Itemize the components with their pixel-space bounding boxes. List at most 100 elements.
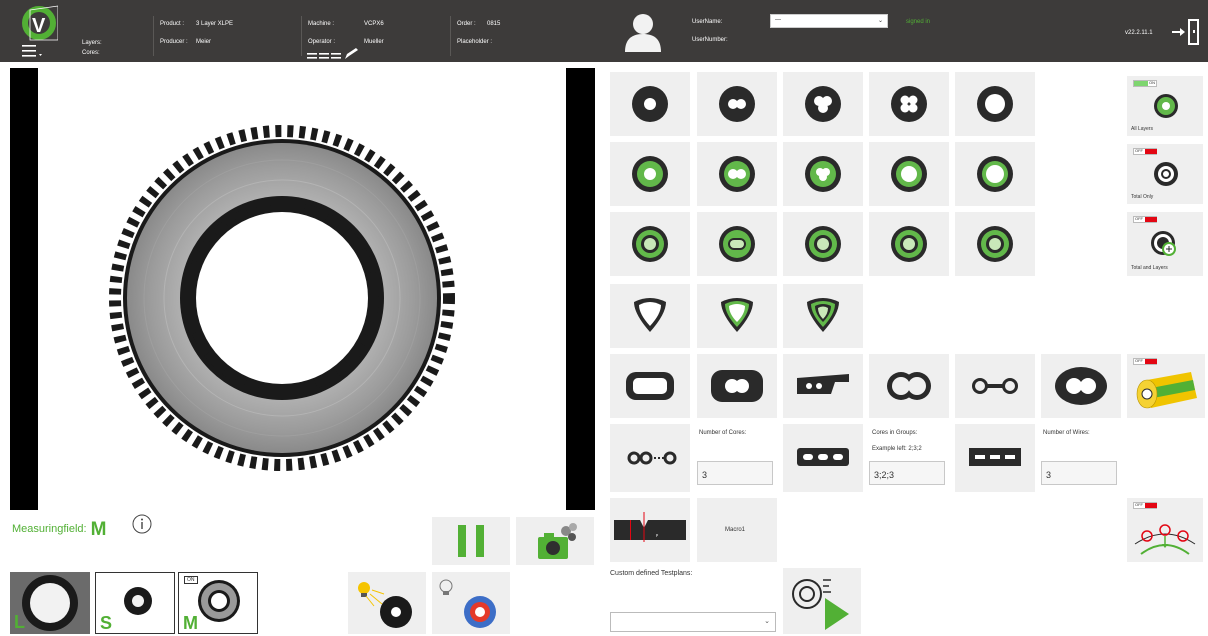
multicore-band-button[interactable] [955,424,1035,492]
shape-round-4-button[interactable] [869,72,949,136]
shape-round-2-button[interactable] [697,72,777,136]
total-layers-toggle[interactable]: OFF Total and Layers [1127,212,1203,276]
shape-multi-4-button[interactable] [869,212,949,276]
info-icon[interactable] [132,514,152,534]
cable-view-toggle[interactable]: OFF [1127,354,1205,418]
shape-round-1-button[interactable] [610,72,690,136]
logout-icon[interactable] [1172,17,1200,47]
mode-small-letter: S [100,613,113,633]
run-testplan-icon [792,579,849,630]
layered-three-core-icon [805,156,841,192]
machine-value: VCPX6 [364,21,384,27]
wires-arc-icon [1134,524,1196,555]
shape-round-5-button[interactable] [955,72,1035,136]
operator-label: Operator : [308,39,336,45]
shape-layer-3-button[interactable] [783,142,863,206]
order-label: Order : [457,21,476,27]
chevron-down-icon: ⌄ [877,18,883,24]
viewer-left-bar [10,68,38,510]
profile-dumbbell-button[interactable] [955,354,1035,418]
camera-icon [538,523,577,559]
round-core-icon [632,86,668,122]
signed-in-status: signed in [906,19,931,25]
camera-viewer[interactable] [10,68,595,510]
num-wires-input[interactable]: 3 [1041,461,1117,485]
num-wires-label: Number of Wires: [1043,430,1090,436]
cable-cross-section-image [109,125,455,471]
wires-view-toggle[interactable]: OFF [1127,498,1203,562]
multilayer-round-icon [632,226,668,262]
cores-groups-example: Example left: 2;3;2 [872,446,922,452]
top-light-icon [358,582,412,628]
total-layers-icon [1151,231,1176,256]
custom-testplans-dropdown[interactable]: ⌄ [610,612,776,632]
product-label: Product : [160,21,185,27]
multilayer-sector-core-icon [807,298,839,332]
edit-fields-icon[interactable] [307,48,363,60]
profile-twin-button[interactable] [697,354,777,418]
svg-text:V: V [32,15,46,37]
all-layers-switch: ON [1133,80,1157,87]
shape-multi-3-button[interactable] [783,212,863,276]
five-core-icon [977,86,1013,122]
pause-button[interactable] [432,517,510,565]
snapshot-button[interactable] [516,517,594,565]
four-core-icon [891,86,927,122]
profile-oval-twin-button[interactable] [1041,354,1121,418]
twin-profile-icon [711,370,763,402]
core-chain-icon [627,451,677,465]
wires-view-switch: OFF [1133,502,1157,509]
macro1-button[interactable]: Macro1 [697,498,777,562]
mode-medium-letter: M [183,613,198,633]
core-band-icon [969,448,1021,466]
shape-layer-2-button[interactable] [697,142,777,206]
core-row-icon [797,448,849,466]
total-layers-state: OFF [1135,216,1143,221]
sector-core-icon [634,298,666,332]
user-avatar-icon[interactable] [624,12,662,52]
version-label: v22.2.11.1 [1125,30,1153,36]
layered-round-core-icon [632,156,668,192]
multicore-row-button[interactable] [783,424,863,492]
total-only-toggle[interactable]: OFF Total Only [1127,144,1203,204]
top-bar: V Layers: Cores: Product : 3 Layer XLPE … [0,0,1208,62]
shape-multi-5-button[interactable] [955,212,1035,276]
shape-layer-1-button[interactable] [610,142,690,206]
switch-off-indicator [1145,359,1157,364]
user-select[interactable]: — ⌄ [770,14,888,28]
shape-round-3-button[interactable] [783,72,863,136]
cores-groups-input[interactable]: 3;2;3 [869,461,945,485]
mode-medium-button[interactable]: ON M [178,572,258,634]
num-cores-input[interactable]: 3 [697,461,773,485]
shape-layer-4-button[interactable] [869,142,949,206]
total-layers-switch: OFF [1133,216,1157,223]
shape-sector-3-button[interactable] [783,284,863,348]
figure-eight-profile-icon [887,372,931,400]
all-layers-toggle[interactable]: ON All Layers [1127,76,1203,136]
shape-layer-5-button[interactable] [955,142,1035,206]
profile-strip-button[interactable] [783,354,863,418]
shape-multi-2-button[interactable] [697,212,777,276]
profile-flat-button[interactable] [610,354,690,418]
top-light-button[interactable] [348,572,426,634]
back-light-button[interactable] [432,572,510,634]
header-divider [301,16,302,56]
macro-profile-button[interactable]: p [610,498,690,562]
mode-small-button[interactable]: S [95,572,175,634]
shape-sector-2-button[interactable] [697,284,777,348]
layered-five-core-icon [977,156,1013,192]
shape-sector-1-button[interactable] [610,284,690,348]
dumbbell-profile-icon [972,378,1018,394]
multilayer-five-core-icon [977,226,1013,262]
profile-measure-icon: p [614,512,686,542]
total-layers-label: Total and Layers [1131,265,1168,271]
all-layers-state: ON [1149,80,1155,85]
product-value: 3 Layer XLPE [196,21,234,27]
shape-multi-1-button[interactable] [610,212,690,276]
hamburger-menu-icon[interactable] [22,44,44,58]
total-only-label: Total Only [1131,194,1154,200]
run-testplan-button[interactable] [783,568,861,634]
multicore-chain-button[interactable] [610,424,690,492]
profile-figure8-button[interactable] [869,354,949,418]
mode-large-button[interactable]: L [10,572,90,634]
